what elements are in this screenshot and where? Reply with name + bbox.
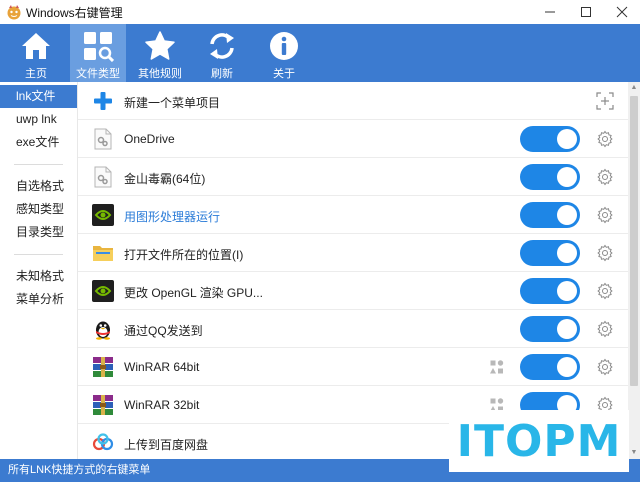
shapes-icon[interactable]	[490, 360, 504, 374]
toggle-knob	[557, 167, 577, 187]
list-item: 打开文件所在的位置(I)	[78, 234, 628, 272]
enable-toggle[interactable]	[520, 354, 580, 380]
toggle-knob	[557, 243, 577, 263]
scroll-down-arrow-icon[interactable]: ▼	[628, 447, 640, 459]
winrar-icon	[93, 357, 113, 377]
sidebar-item-uwp-lnk[interactable]: uwp lnk	[0, 108, 77, 131]
qq-penguin-icon	[96, 321, 110, 340]
window-title: Windows右键管理	[26, 5, 123, 20]
add-item-button-icon[interactable]	[596, 92, 614, 110]
toolbar-about-label: 关于	[273, 68, 295, 80]
scroll-thumb[interactable]	[630, 96, 638, 386]
toolbar-file-type-label: 文件类型	[76, 68, 120, 80]
menu-item-list: 新建一个菜单项目 OneDrive 金山毒霸(64位) 用图形处理器运行 打开文…	[78, 82, 628, 459]
toggle-knob	[557, 205, 577, 225]
enable-toggle[interactable]	[520, 202, 580, 228]
list-item-label: 通过QQ发送到	[124, 324, 203, 338]
winrar-icon	[93, 395, 113, 415]
new-menu-item-row[interactable]: 新建一个菜单项目	[78, 82, 628, 120]
list-item-label: 上传到百度网盘	[124, 438, 209, 452]
toggle-knob	[557, 319, 577, 339]
home-icon	[22, 33, 50, 59]
file-type-icon	[84, 32, 114, 62]
folder-icon	[93, 246, 113, 261]
toolbar-home-label: 主页	[25, 68, 47, 80]
sidebar-divider	[14, 254, 63, 255]
enable-toggle[interactable]	[520, 126, 580, 152]
sidebar-item-menu-analysis[interactable]: 菜单分析	[0, 288, 77, 311]
vertical-scrollbar[interactable]: ▲ ▼	[628, 82, 640, 459]
gear-icon[interactable]	[596, 130, 614, 148]
baidu-netdisk-icon	[92, 433, 114, 451]
scroll-up-arrow-icon[interactable]: ▲	[628, 82, 640, 94]
window-controls	[532, 0, 640, 24]
enable-toggle[interactable]	[520, 316, 580, 342]
gear-icon[interactable]	[596, 244, 614, 262]
sidebar-item-lnk[interactable]: lnk文件	[0, 85, 77, 108]
maximize-button[interactable]	[568, 0, 604, 24]
generic-app-icon	[94, 166, 112, 188]
nvidia-icon	[92, 280, 114, 302]
list-item-label: WinRAR 64bit	[124, 360, 200, 374]
list-item: 用图形处理器运行	[78, 196, 628, 234]
toolbar-refresh-button[interactable]: 刷新	[194, 24, 250, 82]
generic-app-icon	[94, 128, 112, 150]
toolbar-other-rules-label: 其他规则	[138, 68, 182, 80]
list-item: 金山毒霸(64位)	[78, 158, 628, 196]
sidebar-item-exe[interactable]: exe文件	[0, 131, 77, 154]
list-item-label: 打开文件所在的位置(I)	[124, 248, 244, 262]
main-toolbar: 主页 文件类型 其他规则 刷新 关于	[0, 24, 640, 82]
close-icon	[616, 6, 628, 18]
refresh-icon	[210, 33, 234, 59]
gear-icon[interactable]	[596, 206, 614, 224]
sidebar-item-unknown-format[interactable]: 未知格式	[0, 265, 77, 288]
star-icon	[145, 31, 175, 60]
watermark-text: ITOPM	[456, 415, 622, 467]
list-item: 更改 OpenGL 渲染 GPU...	[78, 272, 628, 310]
sidebar-item-directory-type[interactable]: 目录类型	[0, 221, 77, 244]
close-button[interactable]	[604, 0, 640, 24]
watermark: ITOPM	[449, 410, 629, 472]
list-item: WinRAR 64bit	[78, 348, 628, 386]
maximize-icon	[581, 7, 591, 17]
toolbar-other-rules-button[interactable]: 其他规则	[132, 24, 188, 82]
sidebar-item-custom-format[interactable]: 自选格式	[0, 175, 77, 198]
enable-toggle[interactable]	[520, 164, 580, 190]
enable-toggle[interactable]	[520, 240, 580, 266]
sidebar: lnk文件 uwp lnk exe文件 自选格式 感知类型 目录类型 未知格式 …	[0, 82, 78, 459]
sidebar-divider	[14, 164, 63, 165]
minimize-icon	[545, 11, 555, 13]
info-icon	[270, 32, 298, 60]
enable-toggle[interactable]	[520, 278, 580, 304]
minimize-button[interactable]	[532, 0, 568, 24]
add-icon	[94, 92, 112, 110]
nvidia-icon	[92, 204, 114, 226]
gear-icon[interactable]	[596, 282, 614, 300]
status-text: 所有LNK快捷方式的右键菜单	[8, 464, 151, 476]
list-item: 通过QQ发送到	[78, 310, 628, 348]
toggle-knob	[557, 357, 577, 377]
gear-icon[interactable]	[596, 168, 614, 186]
title-bar: Windows右键管理	[0, 0, 640, 24]
list-item: OneDrive	[78, 120, 628, 158]
toolbar-refresh-label: 刷新	[211, 68, 233, 80]
toolbar-file-type-button[interactable]: 文件类型	[70, 24, 126, 82]
toolbar-home-button[interactable]: 主页	[8, 24, 64, 82]
list-item-label: 用图形处理器运行	[124, 210, 221, 224]
toolbar-about-button[interactable]: 关于	[256, 24, 312, 82]
list-item-label: OneDrive	[124, 132, 175, 146]
list-item-label: WinRAR 32bit	[124, 398, 200, 412]
toggle-knob	[557, 281, 577, 301]
list-item-label: 更改 OpenGL 渲染 GPU...	[124, 286, 263, 300]
new-menu-item-label: 新建一个菜单项目	[124, 96, 221, 110]
toggle-knob	[557, 129, 577, 149]
app-logo-icon	[7, 5, 21, 20]
gear-icon[interactable]	[596, 320, 614, 338]
gear-icon[interactable]	[596, 358, 614, 376]
list-item-label: 金山毒霸(64位)	[124, 172, 206, 186]
sidebar-item-perceived-type[interactable]: 感知类型	[0, 198, 77, 221]
